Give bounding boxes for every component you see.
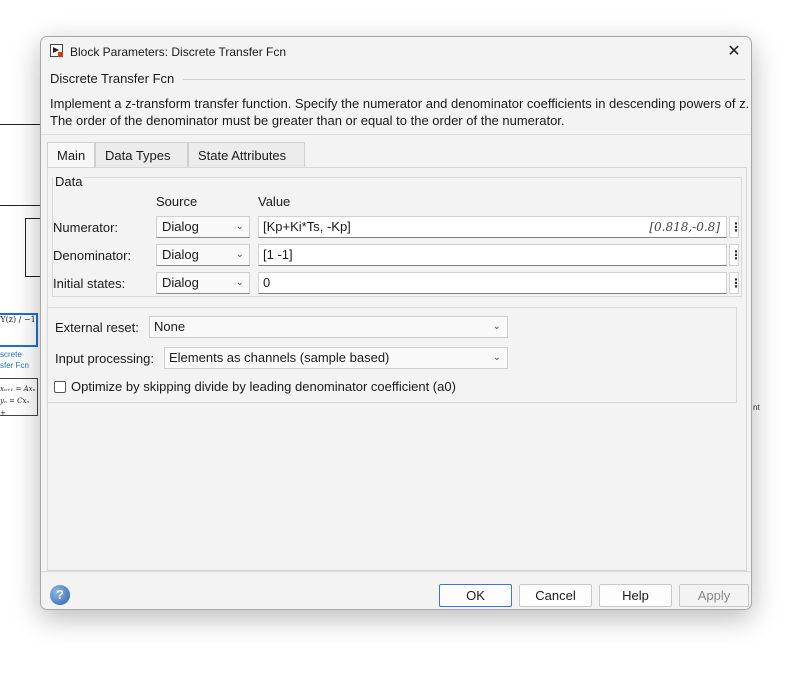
numerator-source-select[interactable]: Dialog ⌄ bbox=[156, 216, 250, 238]
denominator-source-select[interactable]: Dialog ⌄ bbox=[156, 244, 250, 266]
optimize-checkbox-label[interactable]: Optimize by skipping divide by leading d… bbox=[71, 379, 456, 394]
vertical-ellipsis-icon[interactable]: ⋮ bbox=[729, 272, 742, 294]
initial-states-source-select[interactable]: Dialog ⌄ bbox=[156, 272, 250, 294]
block-type-title: Discrete Transfer Fcn bbox=[50, 71, 175, 86]
ss-line: yₙ = Cxₙ + bbox=[0, 397, 30, 417]
input-processing-select[interactable]: Elements as channels (sample based) ⌄ bbox=[164, 347, 508, 369]
divider bbox=[41, 134, 751, 135]
numerator-value-input[interactable]: [Kp+Ki*Ts, -Kp] [0.818,-0.8] bbox=[258, 216, 727, 238]
denominator-label: Denominator: bbox=[53, 248, 132, 263]
field-value: 0 bbox=[263, 275, 271, 290]
canvas-text: nt bbox=[753, 403, 760, 412]
ss-line: xₙ₊₁ = Axₙ bbox=[0, 385, 36, 393]
cancel-button[interactable]: Cancel bbox=[519, 584, 592, 607]
chevron-down-icon: ⌄ bbox=[235, 249, 244, 260]
transfer-fcn-block[interactable]: Y(z) / −1 bbox=[0, 313, 38, 347]
tab-state-attributes[interactable]: State Attributes bbox=[188, 142, 305, 167]
apply-button[interactable]: Apply bbox=[679, 584, 749, 607]
vertical-ellipsis-icon[interactable]: ⋮ bbox=[729, 244, 742, 266]
select-value: Dialog bbox=[162, 219, 199, 234]
select-value: Elements as channels (sample based) bbox=[169, 350, 390, 365]
window-title: Block Parameters: Discrete Transfer Fcn bbox=[70, 45, 287, 59]
tab-data-types[interactable]: Data Types bbox=[95, 142, 188, 167]
chevron-down-icon: ⌄ bbox=[492, 321, 501, 332]
block-label: screte sfer Fcn bbox=[0, 349, 29, 371]
field-value: [1 -1] bbox=[263, 247, 293, 262]
close-button[interactable]: ✕ bbox=[721, 40, 747, 64]
tab-main[interactable]: Main bbox=[47, 142, 95, 167]
state-space-block[interactable]: xₙ₊₁ = Axₙ yₙ = Cxₙ + bbox=[0, 378, 38, 417]
signal-line bbox=[25, 218, 40, 219]
simulink-block-icon bbox=[50, 44, 63, 57]
block-label-line: sfer Fcn bbox=[0, 361, 29, 370]
initial-states-value-input[interactable]: 0 bbox=[258, 272, 727, 294]
input-processing-label: Input processing: bbox=[55, 351, 155, 366]
block-tf-text: Y(z) / −1 bbox=[0, 315, 36, 324]
title-bar[interactable]: Block Parameters: Discrete Transfer Fcn … bbox=[41, 37, 751, 67]
divider bbox=[183, 79, 745, 80]
value-column-header: Value bbox=[258, 194, 291, 209]
block-parameters-dialog: Block Parameters: Discrete Transfer Fcn … bbox=[40, 36, 752, 610]
source-column-header: Source bbox=[156, 194, 198, 209]
external-reset-label: External reset: bbox=[55, 320, 139, 335]
divider bbox=[41, 571, 751, 572]
chevron-down-icon: ⌄ bbox=[492, 352, 501, 363]
field-value: [Kp+Ki*Ts, -Kp] bbox=[263, 219, 351, 234]
evaluated-value: [0.818,-0.8] bbox=[649, 220, 720, 234]
denominator-value-input[interactable]: [1 -1] bbox=[258, 244, 727, 266]
numerator-label: Numerator: bbox=[53, 220, 119, 235]
signal-line bbox=[0, 205, 40, 206]
signal-line bbox=[25, 276, 40, 277]
chevron-down-icon: ⌄ bbox=[235, 277, 244, 288]
signal-line bbox=[25, 218, 26, 276]
block-description: Implement a z-transform transfer functio… bbox=[50, 96, 750, 128]
select-value: None bbox=[154, 319, 186, 334]
optimize-checkbox[interactable] bbox=[54, 381, 66, 393]
select-value: Dialog bbox=[162, 275, 199, 290]
external-reset-select[interactable]: None ⌄ bbox=[149, 316, 508, 338]
initial-states-label: Initial states: bbox=[53, 276, 126, 291]
block-label-line: screte bbox=[0, 350, 22, 359]
chevron-down-icon: ⌄ bbox=[235, 221, 244, 232]
ok-button[interactable]: OK bbox=[439, 584, 512, 607]
help-icon[interactable]: ? bbox=[50, 585, 70, 605]
data-group-legend: Data bbox=[53, 174, 85, 189]
help-button[interactable]: Help bbox=[599, 584, 672, 607]
vertical-ellipsis-icon[interactable]: ⋮ bbox=[729, 216, 742, 238]
select-value: Dialog bbox=[162, 247, 199, 262]
signal-line bbox=[0, 124, 40, 125]
